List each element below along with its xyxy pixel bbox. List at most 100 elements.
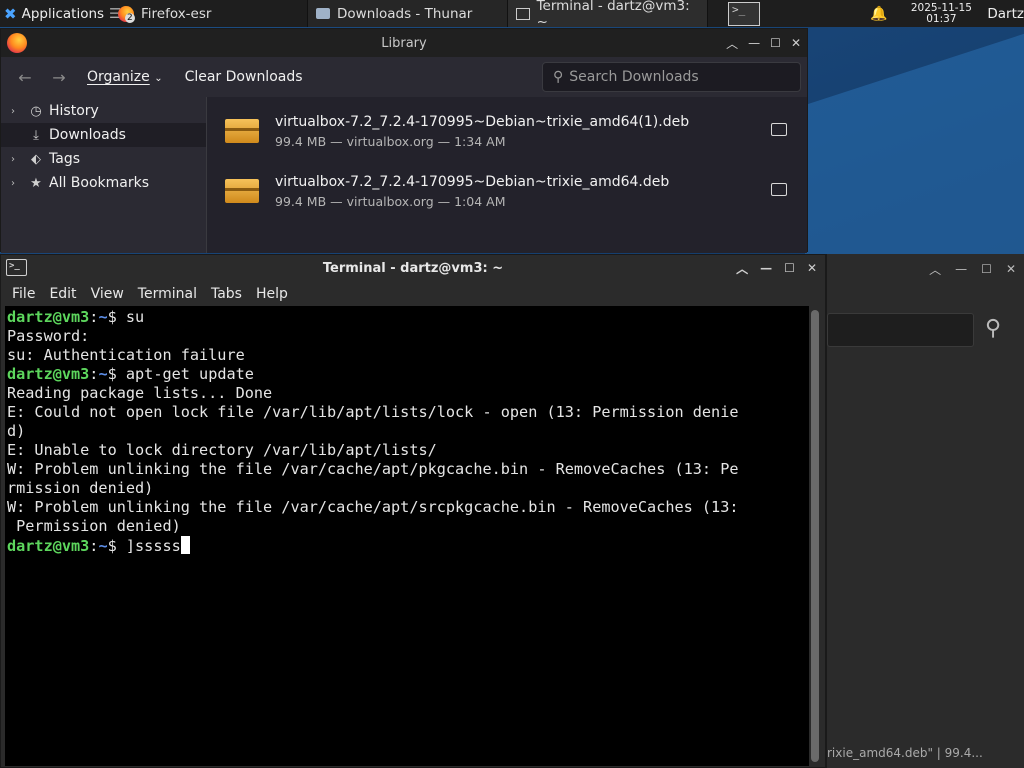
task-thunar[interactable]: Downloads - Thunar xyxy=(308,0,508,27)
terminal-line: Permission denied) xyxy=(7,517,807,536)
terminal-line-text: su: Authentication failure xyxy=(7,346,245,364)
sidebar-item-downloads[interactable]: ⤓ Downloads xyxy=(1,123,206,147)
download-meta: 99.4 MB — virtualbox.org — 1:04 AM xyxy=(275,193,506,209)
search-icon[interactable]: ⚲ xyxy=(985,316,1001,341)
task-firefox[interactable]: 2 Firefox-esr xyxy=(110,0,308,27)
terminal-launcher-icon: >_ xyxy=(732,2,746,16)
show-in-folder-icon[interactable] xyxy=(771,183,787,196)
download-icon: ⤓ xyxy=(33,127,39,143)
maximize-icon[interactable]: ☐ xyxy=(770,36,781,50)
sidebar-item-tags[interactable]: › ⬖ Tags xyxy=(1,147,206,171)
tag-icon: ⬖ xyxy=(31,151,41,167)
terminal-line: W: Problem unlinking the file /var/cache… xyxy=(7,498,807,517)
thunar-window-controls: ︿ — ☐ ✕ xyxy=(827,254,1024,284)
sidebar-item-label: History xyxy=(49,103,99,119)
terminal-line-text: E: Could not open lock file /var/lib/apt… xyxy=(7,403,739,421)
terminal-line: Password: xyxy=(7,327,807,346)
library-titlebar[interactable]: Library ︿ — ☐ ✕ xyxy=(1,29,807,57)
terminal-menubar: File Edit View Terminal Tabs Help xyxy=(1,281,825,306)
shade-icon[interactable]: ︿ xyxy=(726,35,738,52)
terminal-line: su: Authentication failure xyxy=(7,346,807,365)
terminal-window: >_ Terminal - dartz@vm3: ~ ︿ — ☐ ✕ File … xyxy=(0,254,826,768)
terminal-output[interactable]: dartz@vm3:~$ su Password: su: Authenticati… xyxy=(5,306,809,766)
close-icon[interactable]: ✕ xyxy=(791,36,801,50)
show-in-folder-icon[interactable] xyxy=(771,123,787,136)
terminal-launcher[interactable]: >_ xyxy=(728,1,760,26)
shade-icon[interactable]: ︿ xyxy=(929,261,941,278)
terminal-line-text: $ apt-get update xyxy=(107,365,254,383)
terminal-line-text: $ su xyxy=(107,308,145,326)
menu-help[interactable]: Help xyxy=(249,286,295,302)
expand-icon[interactable]: › xyxy=(11,106,23,117)
sidebar-item-all-bookmarks[interactable]: › ★ All Bookmarks xyxy=(1,171,206,195)
download-item[interactable]: virtualbox-7.2_7.2.4-170995~Debian~trixi… xyxy=(213,161,803,221)
back-icon[interactable]: ← xyxy=(13,68,37,87)
prompt-user: dartz@vm3 xyxy=(7,365,90,383)
maximize-icon[interactable]: ☐ xyxy=(784,261,795,275)
terminal-line: Reading package lists... Done xyxy=(7,384,807,403)
terminal-titlebar[interactable]: >_ Terminal - dartz@vm3: ~ ︿ — ☐ ✕ xyxy=(1,255,825,281)
task-terminal[interactable]: Terminal - dartz@vm3: ~ xyxy=(508,0,708,30)
minimize-icon[interactable]: — xyxy=(760,261,772,275)
terminal-line: rmission denied) xyxy=(7,479,807,498)
terminal-line-text: $ ]sssss xyxy=(107,537,181,555)
shade-icon[interactable]: ︿ xyxy=(736,260,748,277)
maximize-icon[interactable]: ☐ xyxy=(981,262,992,276)
terminal-line: dartz@vm3:~$ apt-get update xyxy=(7,365,807,384)
firefox-icon: 2 xyxy=(118,5,135,23)
forward-icon[interactable]: → xyxy=(47,68,71,87)
task-label: Downloads - Thunar xyxy=(337,5,473,22)
sidebar-item-history[interactable]: › ◷ History xyxy=(1,99,206,123)
user-menu[interactable]: Dartz xyxy=(981,6,1024,22)
terminal-scrollbar[interactable] xyxy=(811,310,819,762)
expand-icon[interactable]: › xyxy=(11,154,23,165)
organize-button[interactable]: Organize ⌄ xyxy=(81,65,169,89)
minimize-icon[interactable]: — xyxy=(955,262,967,276)
terminal-line-text: E: Unable to lock directory /var/lib/apt… xyxy=(7,441,437,459)
organize-label: Organize xyxy=(87,69,150,85)
sidebar-item-label: Downloads xyxy=(49,127,126,143)
menu-tabs[interactable]: Tabs xyxy=(204,286,249,302)
search-downloads-input[interactable]: ⚲ Search Downloads xyxy=(542,62,801,92)
sidebar-item-label: All Bookmarks xyxy=(49,175,150,191)
star-icon: ★ xyxy=(30,175,42,191)
download-text: virtualbox-7.2_7.2.4-170995~Debian~trixi… xyxy=(275,174,669,209)
library-sidebar: › ◷ History ⤓ Downloads › ⬖ Tags › ★ All… xyxy=(1,97,207,253)
close-icon[interactable]: ✕ xyxy=(807,261,817,275)
downloads-list: virtualbox-7.2_7.2.4-170995~Debian~trixi… xyxy=(207,97,807,253)
minimize-icon[interactable]: — xyxy=(748,36,760,50)
menu-terminal[interactable]: Terminal xyxy=(131,286,204,302)
menu-view[interactable]: View xyxy=(84,286,131,302)
applications-label: Applications xyxy=(21,5,105,22)
terminal-line-text: Password: xyxy=(7,327,90,345)
package-icon xyxy=(225,119,259,143)
terminal-line: W: Problem unlinking the file /var/cache… xyxy=(7,460,807,479)
menu-edit[interactable]: Edit xyxy=(42,286,83,302)
window-count-badge: 2 xyxy=(125,12,135,23)
clock[interactable]: 2025-11-15 01:37 xyxy=(901,2,981,25)
download-item[interactable]: virtualbox-7.2_7.2.4-170995~Debian~trixi… xyxy=(213,101,803,161)
window-controls: ︿ — ☐ ✕ xyxy=(736,255,817,281)
terminal-line-text: d) xyxy=(7,422,26,440)
thunar-search-input[interactable] xyxy=(827,313,974,347)
clock-icon: ◷ xyxy=(30,103,42,119)
terminal-line-text: W: Problem unlinking the file /var/cache… xyxy=(7,498,739,516)
task-label: Firefox-esr xyxy=(141,5,212,22)
menu-file[interactable]: File xyxy=(5,286,42,302)
applications-menu[interactable]: ✖ Applications ☰ xyxy=(0,0,121,27)
window-controls: ︿ — ☐ ✕ xyxy=(726,29,801,57)
xfce-logo-icon: ✖ xyxy=(4,4,17,23)
firefox-logo-icon xyxy=(7,33,27,53)
close-icon[interactable]: ✕ xyxy=(1006,262,1016,276)
terminal-line: d) xyxy=(7,422,807,441)
download-meta: 99.4 MB — virtualbox.org — 1:34 AM xyxy=(275,133,506,149)
thunar-statusbar: rixie_amd64.deb" | 99.4... xyxy=(827,746,983,760)
prompt-path: ~ xyxy=(98,365,108,383)
terminal-icon xyxy=(516,7,530,20)
search-icon: ⚲ xyxy=(553,69,564,85)
expand-icon[interactable]: › xyxy=(11,178,23,189)
clear-downloads-button[interactable]: Clear Downloads xyxy=(179,65,309,89)
notification-bell-icon[interactable]: 🔔 xyxy=(870,6,887,22)
download-filename: virtualbox-7.2_7.2.4-170995~Debian~trixi… xyxy=(275,113,690,130)
prompt-path: ~ xyxy=(98,308,108,326)
